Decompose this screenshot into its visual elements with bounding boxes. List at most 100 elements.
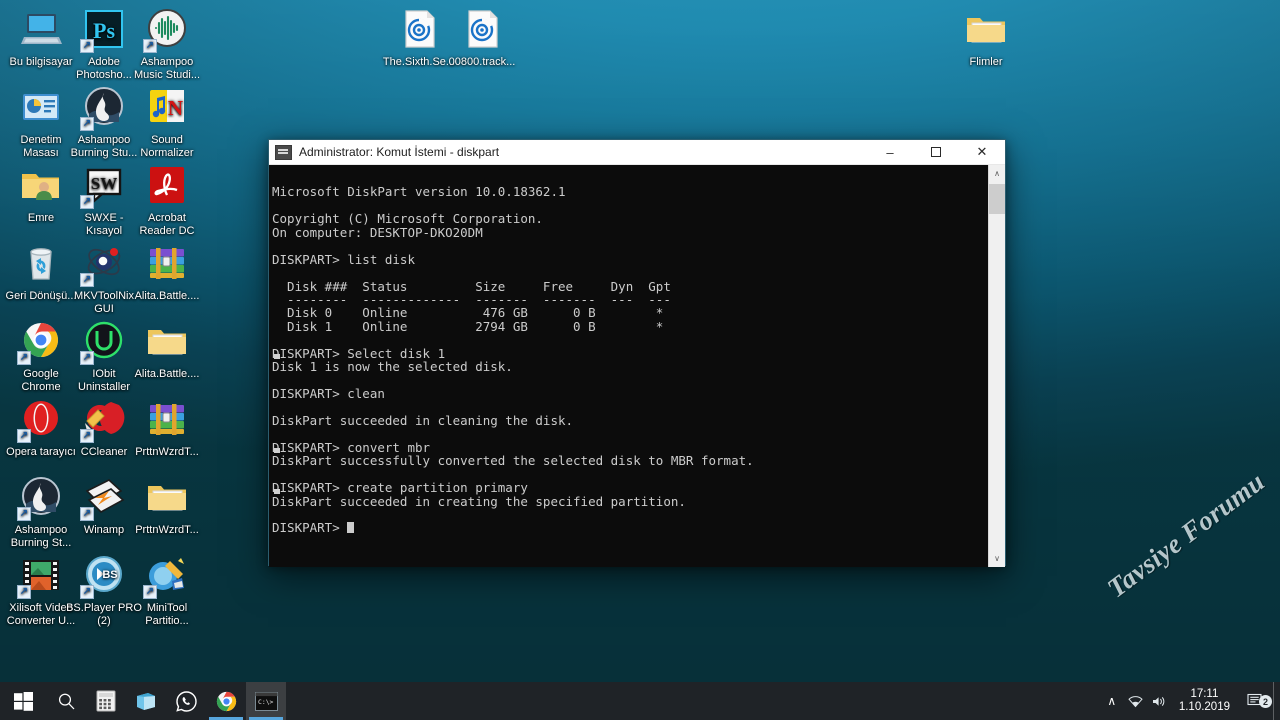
terminal-line: Disk 1 Online 2794 GB 0 B * [272, 318, 664, 334]
action-center-button[interactable]: 2 [1239, 693, 1273, 709]
opera-browser-icon [17, 396, 64, 443]
shortcut-arrow-icon [17, 585, 31, 599]
bsplayer-icon: BS [80, 552, 127, 599]
system-tray: ∧ 17:11 1.10.2019 2 [1100, 682, 1280, 720]
desktop-icon-winrar-archive[interactable]: PrttnWzrdT... [128, 396, 206, 459]
desktop-icon-folder[interactable]: Flimler [947, 6, 1025, 69]
terminal-line: DiskPart succeeded in cleaning the disk. [272, 412, 574, 428]
winrar-archive-icon [144, 240, 190, 286]
shortcut-arrow-icon [80, 351, 94, 365]
show-desktop-button[interactable] [1273, 682, 1280, 720]
search-button[interactable] [46, 682, 86, 720]
whatsapp-glyph [175, 690, 197, 712]
control-panel-icon [18, 84, 64, 130]
terminal-area[interactable]: Microsoft DiskPart version 10.0.18362.1 C… [269, 165, 1005, 567]
disc-image-file-icon [396, 6, 442, 52]
terminal-line: -------- ------------- ------- ------- -… [272, 291, 671, 307]
terminal-line: Microsoft DiskPart version 10.0.18362.1 [272, 184, 566, 200]
minimize-button[interactable]: – [867, 140, 913, 165]
shortcut-arrow-icon [80, 507, 94, 521]
ashampoo-music-studio-icon [143, 6, 190, 53]
search-glyph [58, 693, 74, 709]
shortcut-arrow-icon [143, 39, 157, 53]
window-title: Administrator: Komut İstemi - diskpart [299, 145, 500, 159]
desktop-icon-label: Sound Normalizer [140, 134, 194, 159]
clock[interactable]: 17:11 1.10.2019 [1172, 688, 1239, 714]
calculator-button[interactable] [86, 682, 126, 720]
sticky-notes-button[interactable] [126, 682, 166, 720]
svg-text:Ps: Ps [93, 18, 115, 43]
render-artifact [274, 488, 280, 494]
calculator-glyph [96, 690, 116, 712]
desktop-icon-label: 00800.track... [448, 56, 516, 68]
desktop-icon-label: Acrobat Reader DC [139, 212, 195, 237]
folder-icon [963, 6, 1009, 52]
terminal-output[interactable]: Microsoft DiskPart version 10.0.18362.1 C… [269, 165, 988, 567]
user-folder-icon [18, 162, 64, 208]
window-title-bar[interactable]: Administrator: Komut İstemi - diskpart –… [269, 140, 1005, 165]
ashampoo-burning-studio-icon [17, 474, 64, 521]
chrome-glyph [216, 691, 236, 711]
desktop-icon-acrobat-reader[interactable]: Acrobat Reader DC [128, 162, 206, 237]
desktop-icon-label: Ashampoo Music Studi... [133, 56, 201, 81]
terminal-line: DiskPart successfully converted the sele… [272, 448, 988, 468]
svg-text:BS: BS [102, 569, 117, 581]
desktop-icon-folder[interactable]: Alita.Battle.... [128, 318, 206, 381]
folder-icon [144, 318, 190, 364]
close-button[interactable]: ✕ [959, 140, 1005, 165]
terminal-line: Disk 1 is now the selected disk. [272, 354, 988, 374]
shortcut-arrow-icon [80, 429, 94, 443]
taskbar[interactable]: C:\> ∧ 17:11 1.10.2019 2 [0, 682, 1280, 720]
svg-text:N: N [168, 96, 183, 120]
taskbar-items: C:\> [0, 682, 286, 720]
desktop-icon-disc-image-file[interactable]: 00800.track... [443, 6, 521, 69]
winrar-archive-icon [144, 396, 190, 442]
terminal-line: DISKPART> create partition primary [272, 480, 528, 496]
vertical-scrollbar[interactable]: ∧ ∨ [988, 165, 1005, 567]
svg-text:SW: SW [91, 174, 117, 193]
whatsapp-button[interactable] [166, 682, 206, 720]
volume-icon[interactable] [1148, 695, 1172, 708]
command-prompt-window[interactable]: Administrator: Komut İstemi - diskpart –… [268, 139, 1006, 567]
desktop-icon-folder[interactable]: PrttnWzrdT... [128, 474, 206, 537]
terminal-line: DISKPART> Select disk 1 [272, 345, 446, 361]
desktop-icon-label: Flimler [969, 56, 1003, 68]
wifi-icon[interactable] [1124, 695, 1148, 708]
minitool-partition-icon [143, 552, 190, 599]
shortcut-arrow-icon [17, 507, 31, 521]
chrome-button[interactable] [206, 682, 246, 720]
tray-chevron-up-icon[interactable]: ∧ [1100, 694, 1124, 708]
command-prompt-button[interactable]: C:\> [246, 682, 286, 720]
recycle-bin-icon [18, 240, 64, 286]
adobe-photoshop-icon: Ps [80, 6, 127, 53]
terminal-line: Disk 0 Online 476 GB 0 B * [272, 305, 664, 321]
shortcut-arrow-icon [17, 351, 31, 365]
acrobat-reader-icon [144, 162, 190, 208]
scroll-up-arrow-icon[interactable]: ∧ [989, 165, 1005, 182]
terminal-line: Copyright (C) Microsoft Corporation. [272, 211, 543, 227]
shortcut-arrow-icon [80, 585, 94, 599]
maximize-button[interactable] [913, 140, 959, 165]
desktop-icon-minitool-partition[interactable]: MiniTool Partitio... [128, 552, 206, 627]
start-button[interactable] [0, 682, 46, 720]
shortcut-arrow-icon [80, 39, 94, 53]
scroll-down-arrow-icon[interactable]: ∨ [989, 550, 1005, 567]
ashampoo-burning-studio-icon [80, 84, 127, 131]
terminal-line: DISKPART> convert mbr [272, 439, 431, 455]
iobit-uninstaller-icon [80, 318, 127, 365]
desktop-icon-winrar-archive[interactable]: Alita.Battle.... [128, 240, 206, 303]
desktop-icon-ashampoo-music-studio[interactable]: Ashampoo Music Studi... [128, 6, 206, 81]
winamp-icon [80, 474, 127, 521]
folder-icon [144, 474, 190, 520]
desktop-icon-sound-normalizer[interactable]: N Sound Normalizer [128, 84, 206, 159]
sticky-notes-glyph [137, 693, 155, 710]
wifi-glyph [1128, 695, 1144, 707]
scrollbar-thumb[interactable] [989, 184, 1005, 214]
